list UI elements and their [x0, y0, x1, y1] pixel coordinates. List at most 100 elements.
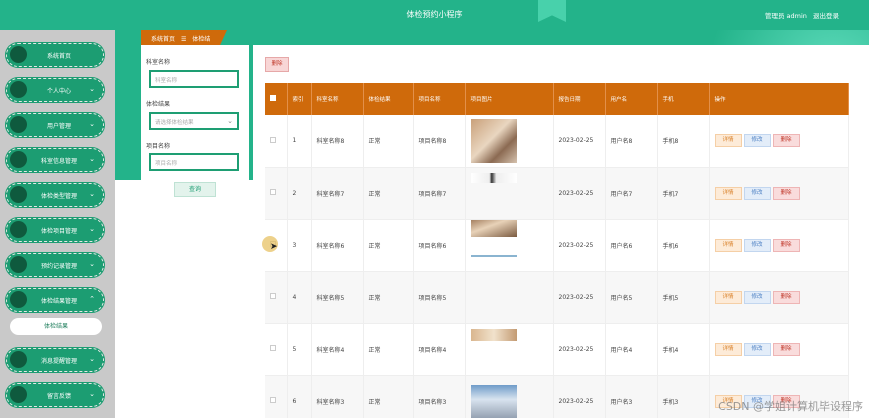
- search-panel: 科室名称 科室名称 体检结果 请选择体检结果 ⌄ 项目名称 项目名称 查询: [141, 45, 249, 418]
- select-all-checkbox[interactable]: [270, 95, 276, 101]
- cell-exam-result: 正常: [363, 271, 414, 324]
- row-select-cell[interactable]: [265, 115, 288, 168]
- breadcrumb-home[interactable]: 系统首页: [151, 36, 175, 43]
- row-select-cell[interactable]: [265, 271, 288, 324]
- column-header: 体检结果: [363, 83, 414, 115]
- row-delete-button[interactable]: 删除: [772, 290, 800, 304]
- row-select-cell[interactable]: [265, 167, 288, 220]
- row-checkbox[interactable]: [270, 397, 276, 403]
- exam-result-select[interactable]: 请选择体检结果 ⌄: [149, 112, 239, 130]
- cell-username: 用户名4: [605, 323, 658, 376]
- sidebar-item-1[interactable]: 个人中心 ⌄: [6, 78, 104, 102]
- sidebar-item-label: 系统首页: [46, 53, 71, 60]
- app-title: 体检预约小程序: [406, 10, 463, 19]
- edit-button[interactable]: 修改: [743, 186, 771, 200]
- batch-delete-button[interactable]: 删除: [265, 57, 289, 72]
- cell-username: 用户名5: [605, 271, 658, 324]
- menu-bullet-icon: [10, 81, 27, 98]
- sidebar-item-9[interactable]: 留言反馈 ⌄: [6, 383, 104, 407]
- detail-button[interactable]: 详情: [714, 134, 742, 148]
- edit-button[interactable]: 修改: [743, 290, 771, 304]
- detail-button[interactable]: 详情: [714, 186, 742, 200]
- cell-project-image: [465, 271, 554, 324]
- dept-name-label: 科室名称: [146, 59, 171, 66]
- row-delete-button[interactable]: 删除: [772, 186, 800, 200]
- row-checkbox[interactable]: [270, 345, 276, 351]
- cell-index: 1: [287, 115, 312, 168]
- row-checkbox[interactable]: [270, 189, 276, 195]
- column-header: 索引: [287, 83, 312, 115]
- row-select-cell[interactable]: [265, 375, 288, 418]
- cell-actions: 详情 修改 删除: [709, 115, 849, 168]
- sidebar-item-2[interactable]: 用户管理 ⌄: [6, 113, 104, 137]
- cell-phone: 手机4: [657, 323, 710, 376]
- sidebar-item-5[interactable]: 体检项目管理 ⌄: [6, 218, 104, 242]
- row-select-cell[interactable]: [265, 323, 288, 376]
- column-header: 手机: [657, 83, 710, 115]
- project-name-input[interactable]: 项目名称: [149, 153, 239, 171]
- cell-actions: 详情 修改 删除: [709, 323, 849, 376]
- top-header: 体检预约小程序 管理员 admin 退出登录: [0, 0, 869, 30]
- project-image-thumbnail[interactable]: [470, 329, 517, 341]
- table-row: 4 科室名称5 正常 项目名称5 2023-02-25 用户名5 手机5 详情 修改 删除: [265, 271, 849, 324]
- cell-index: 6: [287, 375, 312, 418]
- table-row: 2 科室名称7 正常 项目名称7 2023-02-25 用户名7 手机7 详情 修改 删除: [265, 167, 849, 220]
- project-image-thumbnail[interactable]: [470, 118, 517, 163]
- edit-button[interactable]: 修改: [743, 134, 771, 148]
- sidebar-item-8[interactable]: 消息提醒管理 ⌄: [6, 348, 104, 372]
- cell-project-name: 项目名称3: [413, 375, 466, 418]
- column-header: 项目图片: [465, 83, 554, 115]
- edit-button[interactable]: 修改: [743, 342, 771, 356]
- row-checkbox[interactable]: [270, 136, 276, 143]
- select-all-header[interactable]: [265, 83, 288, 115]
- dept-name-input[interactable]: 科室名称: [149, 70, 239, 88]
- project-image-fragment: [470, 255, 517, 257]
- sidebar-item-0[interactable]: 系统首页: [6, 43, 104, 67]
- row-checkbox[interactable]: [270, 293, 276, 299]
- cell-phone: 手机6: [657, 219, 710, 272]
- menu-bullet-icon: [10, 151, 27, 168]
- logout-link[interactable]: 退出登录: [813, 12, 839, 20]
- row-delete-button[interactable]: 删除: [772, 238, 800, 252]
- cell-exam-result: 正常: [363, 219, 414, 272]
- breadcrumb: 系统首页 ☰ 体检结果: [141, 30, 227, 45]
- cell-actions: 详情 修改 删除: [709, 219, 849, 272]
- cell-project-image: [465, 115, 554, 168]
- menu-bullet-icon: [10, 256, 27, 273]
- menu-bullet-icon: [10, 186, 27, 203]
- cell-dept-name: 科室名称3: [311, 375, 364, 418]
- project-image-thumbnail[interactable]: [470, 173, 517, 183]
- cell-index: 2: [287, 167, 312, 220]
- project-image-thumbnail[interactable]: [470, 385, 517, 418]
- column-header: 用户名: [605, 83, 658, 115]
- user-label: 管理员 admin: [764, 12, 807, 20]
- menu-bullet-icon: [10, 291, 27, 308]
- detail-button[interactable]: 详情: [714, 342, 742, 356]
- cell-username: 用户名3: [605, 375, 658, 418]
- project-image-thumbnail[interactable]: [470, 219, 517, 237]
- chevron-down-icon: ⌄: [89, 190, 95, 198]
- sidebar-item-6[interactable]: 预约记录管理 ⌄: [6, 253, 104, 277]
- table-row: 3 科室名称6 正常 项目名称6 2023-02-25 用户名6 手机6 详情 修改 删除: [265, 219, 849, 272]
- submenu-item-exam-result[interactable]: 体检结果: [10, 318, 102, 335]
- cell-exam-result: 正常: [363, 167, 414, 220]
- menu-bullet-icon: [10, 116, 27, 133]
- chevron-down-icon: ⌄: [89, 390, 95, 398]
- chevron-down-icon: ⌄: [89, 225, 95, 233]
- sidebar-item-label: 科室信息管理: [40, 158, 77, 165]
- detail-button[interactable]: 详情: [714, 238, 742, 252]
- column-header: 项目名称: [413, 83, 466, 115]
- cell-project-image: [465, 167, 554, 220]
- detail-button[interactable]: 详情: [714, 290, 742, 304]
- sidebar-item-4[interactable]: 体检类型管理 ⌄: [6, 183, 104, 207]
- sidebar-item-3[interactable]: 科室信息管理 ⌄: [6, 148, 104, 172]
- chevron-down-icon: ⌄: [89, 355, 95, 363]
- breadcrumb-separator-icon: ☰: [180, 36, 187, 43]
- search-button[interactable]: 查询: [174, 182, 216, 197]
- row-delete-button[interactable]: 删除: [772, 134, 800, 148]
- table-area: 删除 索引 科室名称 体检结果 项目名称 项目图片 报告日期 用户名 手机 操作 1 科室名称8 正…: [253, 45, 869, 418]
- edit-button[interactable]: 修改: [743, 238, 771, 252]
- exam-result-select-placeholder: 请选择体检结果: [155, 120, 194, 126]
- sidebar-item-7[interactable]: 体检结果管理 ⌃: [6, 288, 104, 312]
- row-delete-button[interactable]: 删除: [772, 342, 800, 356]
